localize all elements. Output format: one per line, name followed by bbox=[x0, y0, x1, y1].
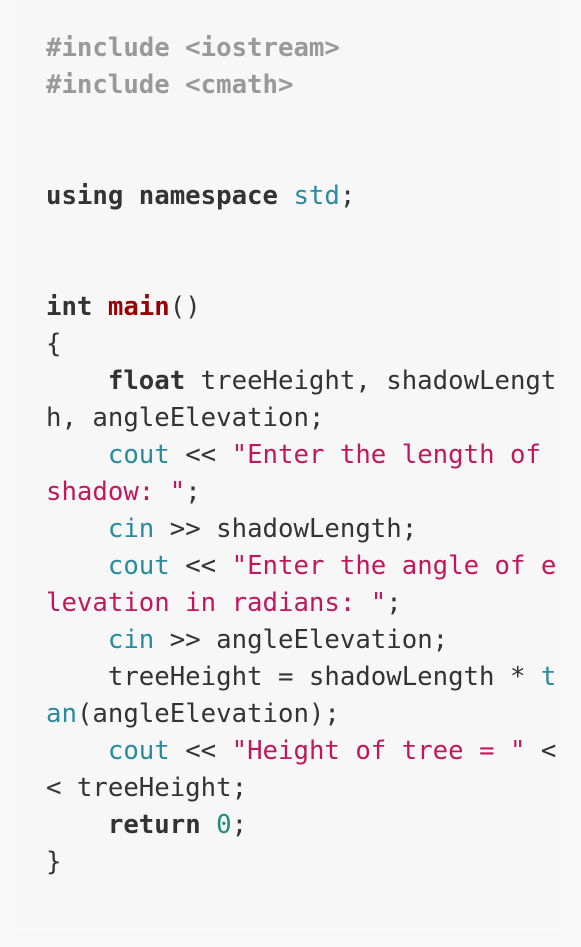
string-literal-token: "Enter the angle of e bbox=[231, 551, 557, 581]
preprocessor-token: #include <iostream> bbox=[46, 33, 340, 63]
punctuation-token: ; bbox=[339, 181, 356, 211]
keyword-token: int bbox=[46, 292, 93, 322]
keyword-token: using namespace bbox=[46, 181, 278, 211]
code-line: return 0; bbox=[46, 807, 556, 844]
identifier-token bbox=[46, 514, 108, 544]
identifier-token: treeHeight, shadowLengt bbox=[185, 366, 557, 396]
code-line: cin >> shadowLength; bbox=[46, 511, 556, 548]
code-line: cout << "Height of tree = " < bbox=[46, 733, 557, 770]
code-line: shadow: "; bbox=[46, 474, 556, 511]
identifier-token bbox=[92, 292, 107, 322]
punctuation-token: < bbox=[525, 736, 557, 766]
punctuation-token: ; bbox=[231, 810, 248, 840]
code-line: cout << "Enter the angle of e bbox=[46, 548, 557, 585]
punctuation-token: { bbox=[46, 329, 62, 359]
code-line: an(angleElevation); bbox=[46, 696, 556, 733]
punctuation-token: << bbox=[169, 551, 232, 581]
code-line: float treeHeight, shadowLengt bbox=[46, 363, 557, 400]
identifier-token: (angleElevation); bbox=[76, 699, 340, 729]
identifier-token: treeHeight = shadowLength * bbox=[46, 662, 541, 692]
identifier-token bbox=[46, 625, 108, 655]
preprocessor-token: #include <cmath> bbox=[46, 70, 294, 100]
identifier-token bbox=[278, 181, 293, 211]
code-line: h, angleElevation; bbox=[46, 400, 556, 437]
builtin-token: cout bbox=[107, 440, 170, 470]
function-name-token: main bbox=[107, 292, 170, 322]
string-literal-token: levation in radians: " bbox=[46, 588, 387, 618]
code-line: } bbox=[46, 844, 556, 881]
code-listing: #include <iostream> #include <cmath> using… bbox=[46, 30, 556, 881]
keyword-token: float bbox=[107, 366, 186, 396]
identifier-token bbox=[46, 440, 108, 470]
builtin-token: cin bbox=[107, 625, 155, 655]
identifier-token bbox=[46, 366, 108, 396]
code-line: treeHeight = shadowLength * t bbox=[46, 659, 557, 696]
code-line: levation in radians: "; bbox=[46, 585, 556, 622]
punctuation-token: } bbox=[46, 847, 62, 877]
identifier-token: h, angleElevation; bbox=[46, 403, 325, 433]
code-line: using namespace std; bbox=[46, 178, 556, 215]
code-line: cout << "Enter the length of bbox=[46, 437, 556, 474]
string-literal-token: shadow: " bbox=[46, 477, 186, 507]
builtin-token: cout bbox=[107, 736, 170, 766]
punctuation-token: ; bbox=[386, 588, 402, 618]
builtin-token: cin bbox=[107, 514, 155, 544]
punctuation-token: () bbox=[169, 292, 201, 322]
identifier-token bbox=[46, 810, 108, 840]
code-line: { bbox=[46, 326, 556, 363]
code-line: #include <cmath> bbox=[46, 67, 556, 104]
string-literal-token: "Height of tree = " bbox=[231, 736, 526, 766]
code-line: cin >> angleElevation; bbox=[46, 622, 556, 659]
code-block: #include <iostream> #include <cmath> using… bbox=[15, 0, 561, 928]
builtin-token: an bbox=[46, 699, 77, 729]
string-literal-token: "Enter the length of bbox=[231, 440, 541, 470]
identifier-token: < treeHeight; bbox=[46, 773, 248, 803]
code-line: #include <iostream> bbox=[46, 30, 556, 67]
code-line: int main() bbox=[46, 289, 556, 326]
keyword-token: return bbox=[107, 810, 201, 840]
punctuation-token: << bbox=[169, 440, 232, 470]
identifier-token: >> angleElevation; bbox=[154, 625, 449, 655]
builtin-token: cout bbox=[107, 551, 170, 581]
code-line: < treeHeight; bbox=[46, 770, 556, 807]
namespace-token: std bbox=[293, 181, 340, 211]
identifier-token bbox=[46, 551, 108, 581]
identifier-token: >> shadowLength; bbox=[154, 514, 418, 544]
number-literal-token: 0 bbox=[216, 810, 232, 840]
punctuation-token: << bbox=[169, 736, 232, 766]
identifier-token bbox=[201, 810, 216, 840]
identifier-token bbox=[46, 736, 108, 766]
punctuation-token: ; bbox=[185, 477, 201, 507]
builtin-token: t bbox=[540, 662, 557, 692]
